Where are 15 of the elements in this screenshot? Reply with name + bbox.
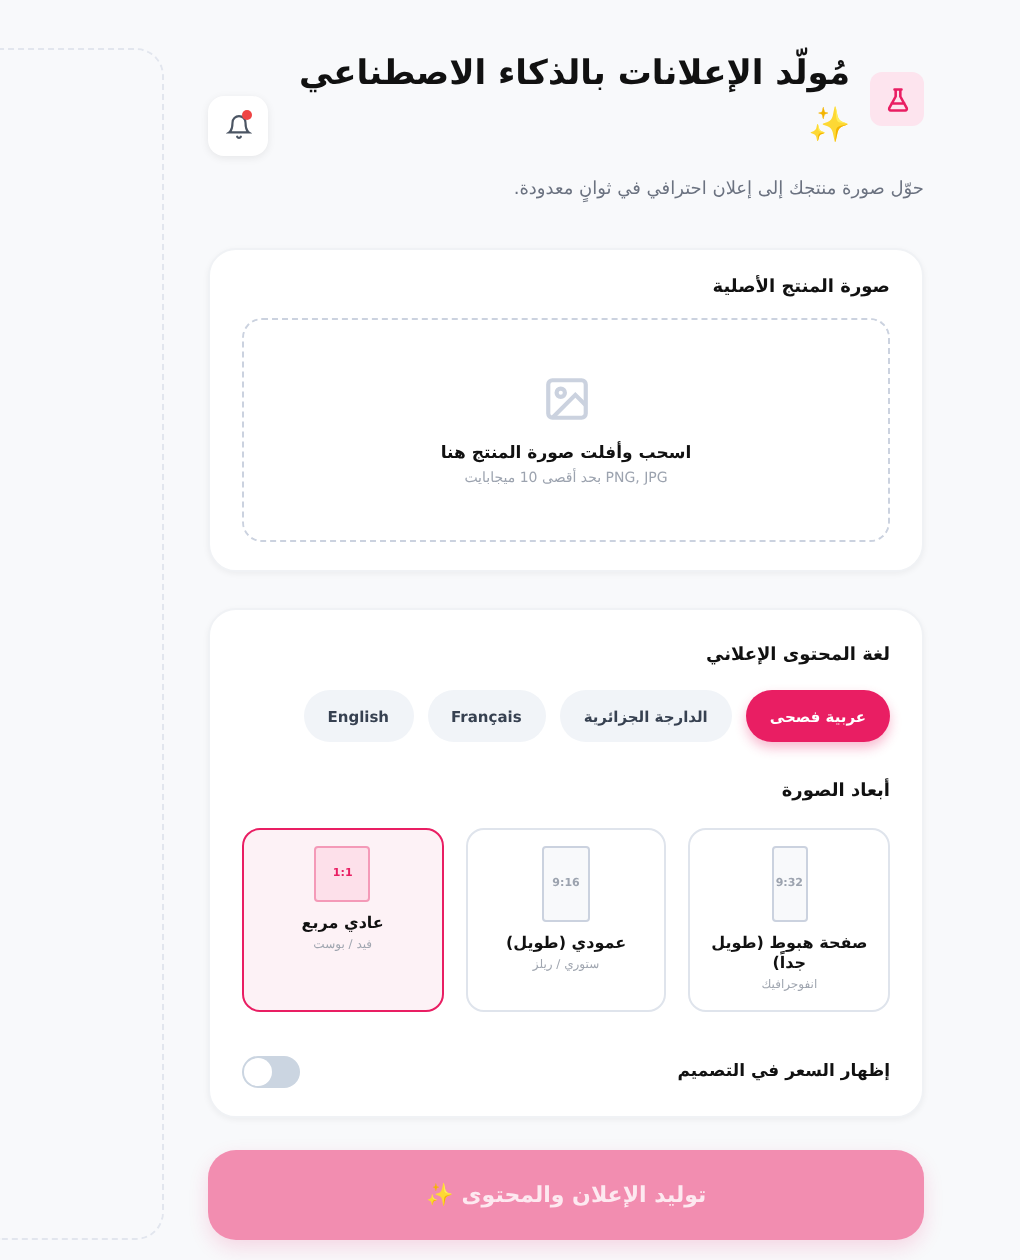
upload-prompt: اسحب وأفلت صورة المنتج هنا xyxy=(440,444,692,464)
section-label: لغة المحتوى الإعلاني xyxy=(704,646,890,666)
notification-button[interactable] xyxy=(208,96,268,156)
bell-icon xyxy=(225,113,251,139)
dimension-title: عادي مربع xyxy=(301,914,384,934)
section-label: أبعاد الصورة xyxy=(779,782,890,802)
dimension-title: صفحة هبوط (طويل جداً) xyxy=(709,934,870,974)
image-icon xyxy=(541,374,591,424)
page-subtitle: حوّل صورة منتجك إلى إعلان احترافي في ثوانٍ معدودة. xyxy=(511,180,924,200)
flask-icon xyxy=(870,72,924,126)
toggle-label: إظهار السعر في التصميم xyxy=(677,1062,890,1082)
section-label: صورة المنتج الأصلية xyxy=(710,278,890,298)
page-title: مُولّد الإعلانات بالذكاء الاصطناعي ✨ xyxy=(288,48,850,152)
dimension-title: عمودي (طويل) xyxy=(505,934,627,954)
price-toggle[interactable] xyxy=(242,1056,300,1088)
